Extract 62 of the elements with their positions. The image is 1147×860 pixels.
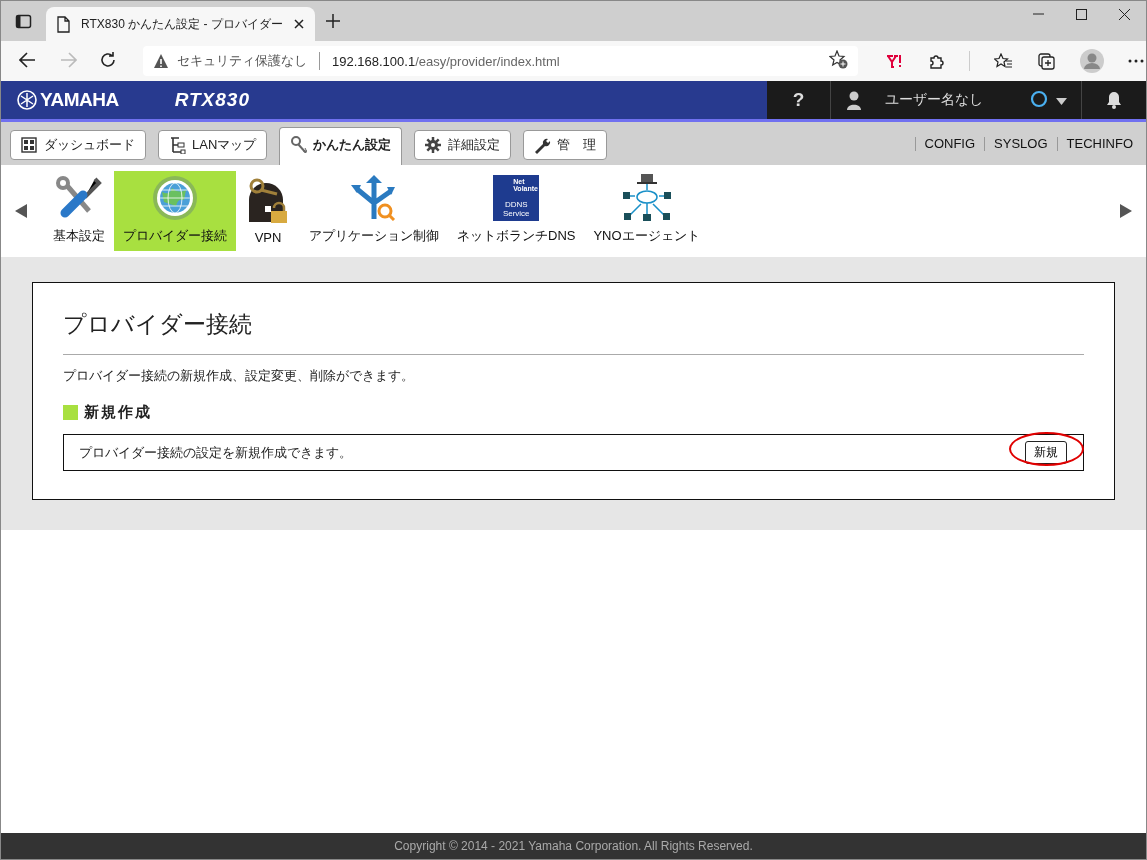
- more-icon[interactable]: [1128, 59, 1144, 63]
- collections-icon[interactable]: [1037, 51, 1056, 71]
- header-link[interactable]: TECHINFO: [1056, 136, 1142, 151]
- tab-title: RTX830 かんたん設定 - プロバイダー: [81, 15, 283, 33]
- menu-item[interactable]: YNOエージェント: [584, 171, 709, 251]
- badge-text: DDNS Service: [501, 200, 531, 218]
- user-icon[interactable]: [847, 90, 861, 110]
- nav-tab[interactable]: 管 理: [523, 130, 608, 160]
- left-arrow-icon[interactable]: [15, 204, 27, 218]
- network-diagram-icon: [622, 174, 671, 221]
- model-name: RTX830: [174, 89, 250, 111]
- security-label: セキュリティ保護なし: [177, 52, 307, 70]
- close-icon[interactable]: [292, 18, 305, 30]
- puzzle-icon[interactable]: [928, 52, 945, 70]
- refresh-icon[interactable]: [99, 50, 117, 69]
- menu-item[interactable]: アプリケーション制御: [300, 171, 448, 251]
- menu-item[interactable]: プロバイダー接続: [114, 171, 236, 251]
- dashboard-grid-icon: [21, 136, 38, 154]
- header-link[interactable]: CONFIG: [914, 136, 985, 151]
- page-title: プロバイダー接続: [63, 305, 1084, 355]
- back-icon[interactable]: [19, 50, 37, 69]
- help-button[interactable]: ?: [767, 81, 831, 119]
- warning-icon: [153, 53, 169, 69]
- yahoo-logo-icon[interactable]: [886, 53, 904, 69]
- star-add-icon[interactable]: [829, 50, 848, 69]
- user-name: ユーザー名なし: [885, 91, 983, 109]
- wrench-icon: [534, 136, 552, 154]
- page-description: プロバイダー接続の新規作成、設定変更、削除ができます。: [63, 367, 415, 385]
- tuning-fork-emblem-icon: [17, 90, 37, 110]
- gear-icon: [425, 136, 443, 154]
- status-ring-icon: [1030, 89, 1048, 108]
- tree-icon: [169, 136, 186, 154]
- section-marker-icon: [63, 405, 78, 420]
- brand-logo: YAMAHA: [40, 89, 119, 111]
- globe-icon: [152, 175, 198, 221]
- address-bar[interactable]: セキュリティ保護なし 192.168.100.1/easy/provider/index.html: [143, 46, 858, 76]
- nav-tab[interactable]: LANマップ: [158, 130, 268, 160]
- copyright-text: Copyright © 2014 - 2021 Yamaha Corporation. All Rights Reserved.: [394, 839, 753, 853]
- nav-tab[interactable]: かんたん設定: [279, 127, 403, 165]
- key-icon: [290, 136, 308, 153]
- row-description: プロバイダー接続の設定を新規作成できます。: [79, 443, 352, 462]
- nav-tab[interactable]: ダッシュボード: [10, 130, 146, 160]
- browser-tab[interactable]: RTX830 かんたん設定 - プロバイダー: [46, 7, 315, 41]
- menu-item[interactable]: VPN: [236, 171, 300, 251]
- avatar-icon[interactable]: [1080, 49, 1104, 73]
- url-path: /easy/provider/index.html: [415, 53, 560, 69]
- header-link[interactable]: SYSLOG: [984, 136, 1057, 151]
- branching-arrows-icon: [351, 175, 397, 221]
- new-button[interactable]: 新規: [1025, 441, 1067, 464]
- right-arrow-icon[interactable]: [1120, 204, 1132, 218]
- caret-icon[interactable]: [1056, 97, 1067, 105]
- favorites-icon[interactable]: [994, 52, 1013, 70]
- page-icon: [56, 15, 71, 33]
- menu-item[interactable]: 基本設定: [44, 171, 114, 251]
- maximize-icon[interactable]: [1076, 9, 1087, 20]
- bell-icon[interactable]: [1106, 91, 1122, 109]
- tab-actions-icon[interactable]: [15, 12, 32, 30]
- new-tab-icon[interactable]: [324, 13, 341, 29]
- url-host: 192.168.100.1: [332, 53, 416, 69]
- section-heading: 新規作成: [84, 403, 152, 422]
- close-icon[interactable]: [1119, 9, 1130, 20]
- nav-tab[interactable]: 詳細設定: [414, 130, 512, 160]
